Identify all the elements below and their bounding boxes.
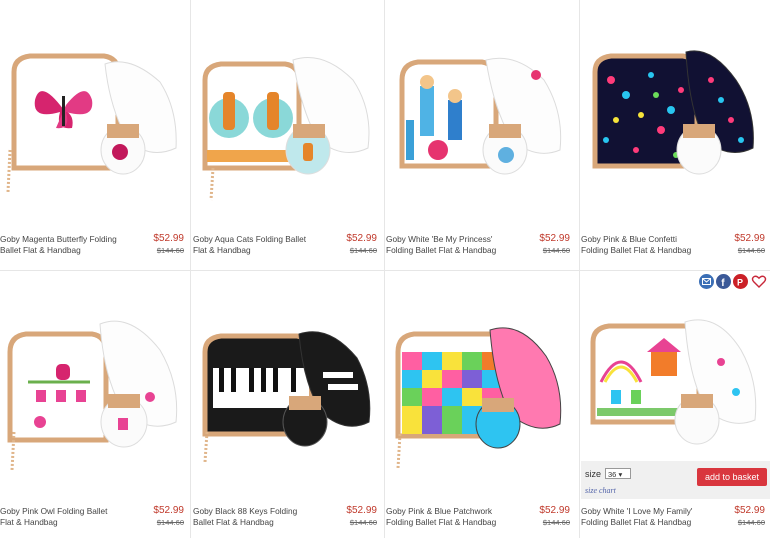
product-original-price: $144.60 [349, 246, 377, 255]
product-card[interactable]: Goby Pink Owl Folding Ballet Flat & Hand… [0, 272, 189, 541]
product-original-price: $144.60 [349, 518, 377, 527]
svg-text:P: P [737, 278, 743, 288]
facebook-icon[interactable]: f [716, 274, 731, 289]
product-card[interactable]: Goby Black 88 Keys Folding Ballet Flat &… [193, 272, 382, 541]
divider [579, 0, 580, 538]
quick-buy-panel: size 36 ▾ add to basket size chart [581, 461, 770, 499]
product-price: $52.99 [539, 505, 570, 516]
product-name[interactable]: Goby Black 88 Keys Folding Ballet Flat &… [193, 506, 311, 528]
product-card[interactable]: Goby White 'Be My Princess' Folding Ball… [386, 0, 575, 269]
product-image[interactable] [581, 0, 770, 232]
product-grid: Goby Magenta Butterfly Folding Ballet Fl… [0, 0, 770, 538]
product-name[interactable]: Goby Pink Owl Folding Ballet Flat & Hand… [0, 506, 118, 528]
divider [190, 0, 191, 538]
product-price: $52.99 [153, 233, 184, 244]
product-original-price: $144.60 [737, 518, 765, 527]
product-name[interactable]: Goby Aqua Cats Folding Ballet Flat & Han… [193, 234, 311, 256]
product-original-price: $144.60 [156, 518, 184, 527]
product-image[interactable] [0, 0, 189, 232]
size-value: 36 [608, 470, 617, 479]
product-price: $52.99 [346, 233, 377, 244]
product-name[interactable]: Goby White 'I Love My Family' Folding Ba… [581, 506, 699, 528]
product-original-price: $144.60 [156, 246, 184, 255]
heart-icon[interactable] [751, 274, 767, 289]
product-original-price: $144.60 [542, 246, 570, 255]
product-card[interactable]: Goby Pink & Blue Confetti Folding Ballet… [581, 0, 770, 269]
size-label: size [585, 469, 602, 479]
pinterest-icon[interactable]: P [733, 274, 748, 289]
divider [384, 0, 385, 538]
product-price: $52.99 [734, 233, 765, 244]
product-price: $52.99 [346, 505, 377, 516]
product-name[interactable]: Goby Pink & Blue Patchwork Folding Balle… [386, 506, 504, 528]
product-image[interactable] [386, 0, 575, 232]
email-icon[interactable] [699, 274, 714, 289]
product-image[interactable] [0, 272, 189, 504]
product-original-price: $144.60 [542, 518, 570, 527]
product-card[interactable]: Goby Pink & Blue Patchwork Folding Balle… [386, 272, 575, 541]
product-name[interactable]: Goby Pink & Blue Confetti Folding Ballet… [581, 234, 699, 256]
product-price: $52.99 [734, 505, 765, 516]
size-chart-link[interactable]: size chart [585, 486, 616, 495]
add-to-basket-button[interactable]: add to basket [697, 468, 767, 486]
product-name[interactable]: Goby Magenta Butterfly Folding Ballet Fl… [0, 234, 118, 256]
product-price: $52.99 [153, 505, 184, 516]
svg-text:f: f [721, 278, 725, 289]
product-image[interactable] [193, 272, 382, 504]
product-image[interactable] [386, 272, 575, 504]
product-original-price: $144.60 [737, 246, 765, 255]
product-card[interactable]: Goby Aqua Cats Folding Ballet Flat & Han… [193, 0, 382, 269]
product-card[interactable]: Goby Magenta Butterfly Folding Ballet Fl… [0, 0, 189, 269]
product-price: $52.99 [539, 233, 570, 244]
share-bar: f P [699, 274, 769, 292]
product-image[interactable] [193, 0, 382, 232]
product-card[interactable]: Goby White 'I Love My Family' Folding Ba… [581, 272, 770, 541]
product-name[interactable]: Goby White 'Be My Princess' Folding Ball… [386, 234, 504, 256]
chevron-down-icon: ▾ [618, 470, 623, 479]
size-select[interactable]: 36 ▾ [605, 468, 631, 479]
